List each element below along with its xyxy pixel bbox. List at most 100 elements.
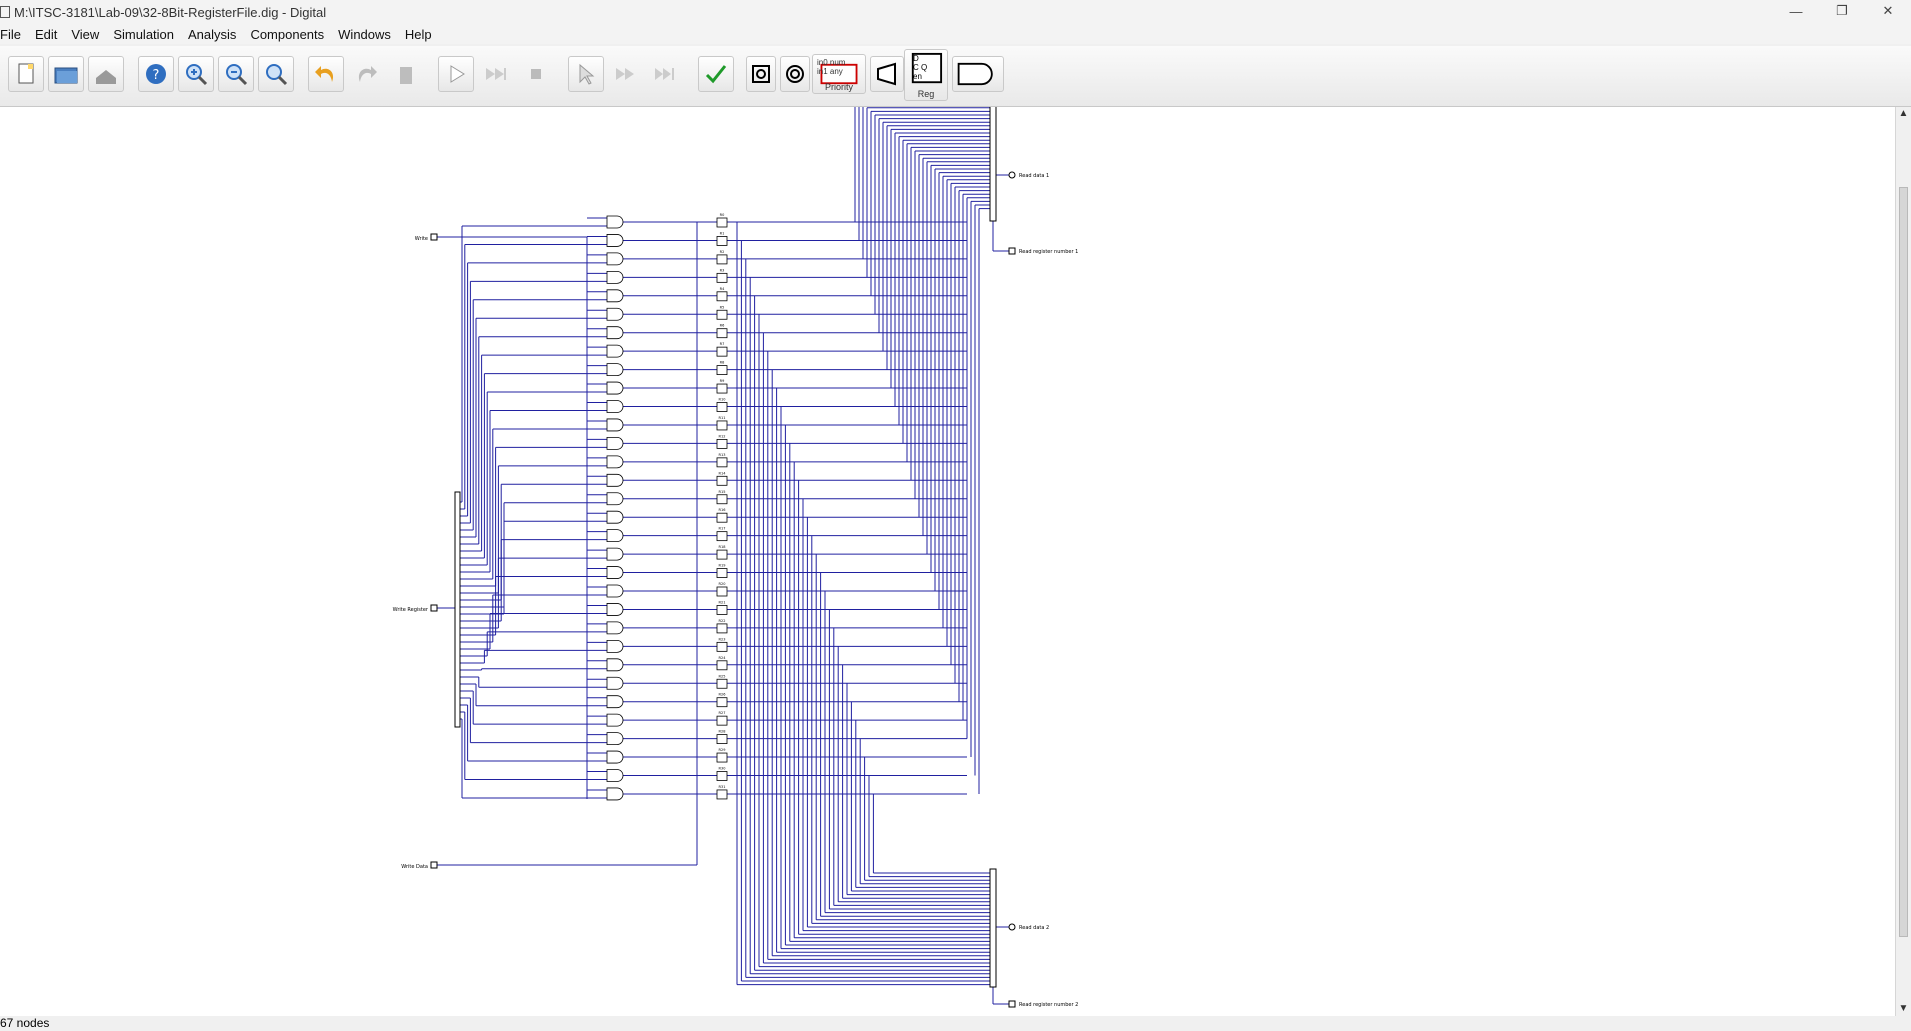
and-gate	[606, 252, 624, 266]
fast-forward-button[interactable]	[608, 56, 644, 92]
zoom-in-button[interactable]	[178, 56, 214, 92]
save-icon	[96, 70, 116, 84]
priority-encoder-button[interactable]: in0 num in1 any Priority	[812, 54, 866, 94]
register-label: R3	[720, 268, 725, 272]
write-data-input[interactable]: Write Data	[401, 861, 438, 870]
register-label: R17	[719, 527, 726, 531]
register-label: R9	[720, 379, 725, 383]
menu-help[interactable]: Help	[398, 27, 439, 42]
clock-button[interactable]	[780, 56, 810, 92]
skip-button[interactable]	[648, 56, 684, 92]
clock-icon	[786, 65, 804, 83]
stop-button[interactable]	[518, 56, 554, 92]
minimize-button[interactable]: —	[1773, 0, 1819, 22]
svg-text:?: ?	[153, 68, 160, 83]
zoom-out-icon	[226, 64, 248, 86]
select-step-icon	[579, 63, 595, 85]
menu-simulation[interactable]: Simulation	[106, 27, 181, 42]
menu-bar: File Edit View Simulation Analysis Compo…	[0, 24, 1911, 44]
priority-line-0: in0 num	[817, 58, 846, 67]
menu-view[interactable]: View	[64, 27, 106, 42]
register-label: R21	[719, 600, 726, 604]
register	[716, 420, 728, 431]
and-gate	[606, 492, 624, 506]
circuit-diagram[interactable]: R0 R1 R2 R3 R4 R5 R6 R7 R8 R9 R10 R11 R12 R13 R14 R15 R1…	[0, 107, 1895, 1016]
write-register-input[interactable]: Write Register	[393, 604, 438, 613]
register-label: R6	[720, 324, 725, 328]
scroll-thumb[interactable]	[1899, 187, 1908, 937]
step-button[interactable]	[478, 56, 514, 92]
priority-label: Priority	[824, 82, 853, 92]
register-label: R8	[720, 361, 725, 365]
app-icon	[0, 6, 10, 18]
read-data-1-output[interactable]: Read data 1	[1008, 171, 1049, 179]
restore-button[interactable]: ❐	[1819, 0, 1865, 22]
delete-button[interactable]	[388, 56, 424, 92]
save-button[interactable]	[88, 56, 124, 92]
read-register-1-input[interactable]: Read register number 1	[1008, 247, 1078, 255]
register	[716, 217, 728, 228]
and-gate	[606, 769, 624, 782]
redo-icon	[358, 66, 377, 82]
stop-icon	[531, 69, 541, 79]
register-label: R30	[719, 767, 726, 771]
circuit-canvas[interactable]: R0 R1 R2 R3 R4 R5 R6 R7 R8 R9 R10 R11 R12 R13 R14 R15 R1…	[0, 107, 1895, 1016]
menu-analysis[interactable]: Analysis	[181, 27, 243, 42]
register-button[interactable]: D C Q en Reg	[904, 49, 948, 101]
register-label: R31	[719, 785, 726, 789]
register	[716, 457, 728, 468]
register-label: R1	[720, 231, 725, 235]
scroll-down-icon[interactable]: ▼	[1898, 1003, 1909, 1015]
register	[716, 346, 728, 357]
register-label: R2	[720, 250, 725, 254]
open-button[interactable]	[48, 56, 84, 92]
and-gate-button[interactable]	[952, 56, 1004, 92]
register	[716, 641, 728, 652]
zoom-out-button[interactable]	[218, 56, 254, 92]
run-button[interactable]	[438, 56, 474, 92]
analysis-check-button[interactable]	[698, 56, 734, 92]
register-label: R12	[719, 434, 726, 438]
menu-windows[interactable]: Windows	[331, 27, 398, 42]
menu-edit[interactable]: Edit	[28, 27, 64, 42]
register	[716, 660, 728, 671]
register-label: Reg	[917, 89, 935, 99]
register-label: R20	[719, 582, 726, 586]
probe-button[interactable]	[746, 56, 776, 92]
menu-file[interactable]: File	[0, 27, 28, 42]
title-bar: M:\ITSC-3181\Lab-09\32-8Bit-RegisterFile…	[0, 0, 1911, 24]
register	[716, 531, 728, 542]
probe-icon	[752, 65, 770, 83]
read-data-2-output[interactable]: Read data 2	[1008, 923, 1049, 931]
demux-button[interactable]	[870, 56, 904, 92]
undo-button[interactable]	[308, 56, 344, 92]
help-icon: ?	[146, 64, 166, 84]
redo-button[interactable]	[348, 56, 384, 92]
register-pin-en: en	[913, 72, 922, 81]
window-title: M:\ITSC-3181\Lab-09\32-8Bit-RegisterFile…	[14, 4, 327, 20]
register	[716, 236, 728, 246]
zoom-fit-button[interactable]	[258, 56, 294, 92]
write-register-label: Write Register	[393, 607, 429, 613]
toolbar: ? in0 num in1 any Priority D C Q en Reg	[0, 46, 1911, 107]
and-gate	[606, 658, 624, 672]
close-button[interactable]: ✕	[1865, 0, 1911, 22]
write-input-label: Write	[415, 236, 428, 242]
status-bar: 67 nodes	[0, 1016, 1911, 1031]
and-gate-icon	[957, 62, 993, 86]
and-gate	[606, 344, 624, 358]
register	[716, 494, 728, 505]
and-gate	[606, 437, 624, 450]
read-mux-1	[989, 107, 997, 222]
help-button[interactable]: ?	[138, 56, 174, 92]
new-button[interactable]	[8, 56, 44, 92]
and-gate	[606, 566, 624, 579]
menu-components[interactable]: Components	[243, 27, 331, 42]
read-data-2-label: Read data 2	[1019, 925, 1049, 931]
vertical-scrollbar[interactable]: ▲ ▼	[1895, 107, 1911, 1016]
scroll-up-icon[interactable]: ▲	[1898, 108, 1909, 120]
write-input[interactable]: Write	[415, 233, 438, 242]
read-register-2-input[interactable]: Read register number 2	[1008, 1000, 1078, 1008]
select-step-button[interactable]	[568, 56, 604, 92]
register	[716, 328, 728, 339]
